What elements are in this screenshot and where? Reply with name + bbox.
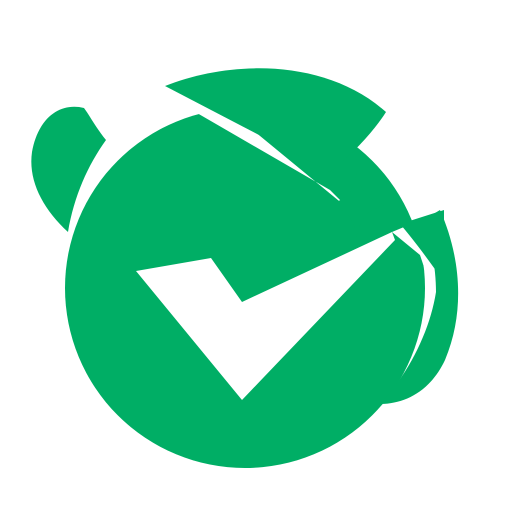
logo-canvas bbox=[0, 0, 512, 512]
planet-body bbox=[65, 108, 425, 468]
planet-check-logo-icon bbox=[31, 68, 459, 468]
planet-sphere bbox=[65, 108, 425, 468]
